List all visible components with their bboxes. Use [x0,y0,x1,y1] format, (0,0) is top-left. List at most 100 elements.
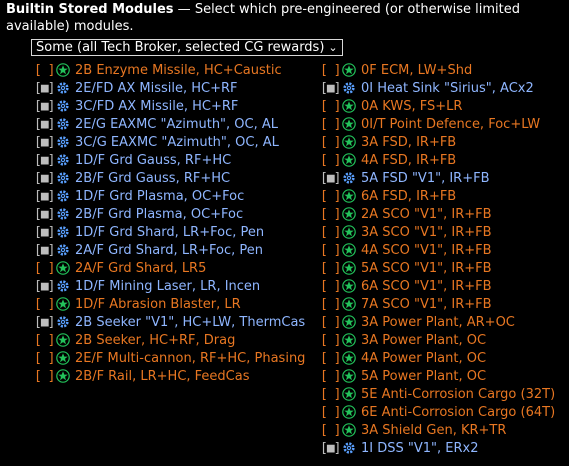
checkbox-unchecked[interactable]: [ ] [320,99,341,114]
checkbox-checked[interactable]: [■] [34,315,55,330]
module-row[interactable]: [ ] 4A SCO "V1", IR+FB [320,241,555,259]
module-row[interactable]: [■] 0I Heat Sink "Sirius", ACx2 [320,79,555,97]
checkbox-unchecked[interactable]: [ ] [320,117,341,132]
checkbox-unchecked[interactable]: [ ] [320,261,341,276]
module-row[interactable]: [ ] 3A FSD, IR+FB [320,133,555,151]
checkbox-unchecked[interactable]: [ ] [320,423,341,438]
checkbox-checked[interactable]: [■] [34,243,55,258]
checkbox-unchecked[interactable]: [ ] [320,63,341,78]
module-row[interactable]: [ ] 7A SCO "V1", IR+FB [320,295,555,313]
star-icon [342,369,356,383]
checkbox-unchecked[interactable]: [ ] [320,153,341,168]
module-row[interactable]: [ ] 6A SCO "V1", IR+FB [320,277,555,295]
module-row[interactable]: [ ] 6E Anti-Corrosion Cargo (64T) [320,403,555,421]
module-row[interactable]: [ ] 0I/T Point Defence, Foc+LW [320,115,555,133]
checkbox-checked[interactable]: [■] [34,225,55,240]
module-label: 3A Power Plant, OC [361,332,487,348]
module-row[interactable]: [ ] 2B/F Rail, LR+HC, FeedCas [34,367,305,385]
checkbox-unchecked[interactable]: [ ] [320,207,341,222]
module-row[interactable]: [ ] 2E/F Multi-cannon, RF+HC, Phasing [34,349,305,367]
checkbox-unchecked[interactable]: [ ] [320,315,341,330]
star-icon [56,63,70,77]
checkbox-checked[interactable]: [■] [320,441,341,456]
checkbox-checked[interactable]: [■] [34,171,55,186]
checkbox-checked[interactable]: [■] [320,81,341,96]
module-row[interactable]: [■] 1D/F Grd Shard, LR+Foc, Pen [34,223,305,241]
module-row[interactable]: [ ] 4A Power Plant, OC [320,349,555,367]
module-row[interactable]: [■] 2E/G EAXMC "Azimuth", OC, AL [34,115,305,133]
module-row[interactable]: [■] 2A/F Grd Shard, LR+Foc, Pen [34,241,305,259]
module-label: 0I Heat Sink "Sirius", ACx2 [361,80,534,96]
checkbox-unchecked[interactable]: [ ] [320,279,341,294]
module-label: 1D/F Grd Plasma, OC+Foc [75,188,245,204]
module-row[interactable]: [■] 2B/F Grd Gauss, RF+HC [34,169,305,187]
module-row[interactable]: [ ] 6A FSD, IR+FB [320,187,555,205]
module-row[interactable]: [ ] 3A Power Plant, AR+OC [320,313,555,331]
module-label: 3C/G EAXMC "Azimuth", OC, AL [75,134,279,150]
module-list-left: [ ] 2B Enzyme Missile, HC+Caustic [■] 2E/FD… [34,61,305,385]
module-row[interactable]: [ ] 0F ECM, LW+Shd [320,61,555,79]
module-label: 3C/FD AX Missile, HC+RF [75,98,239,114]
module-row[interactable]: [ ] 2A/F Grd Shard, LR5 [34,259,305,277]
module-label: 4A Power Plant, OC [361,350,487,366]
module-row[interactable]: [■] 3C/G EAXMC "Azimuth", OC, AL [34,133,305,151]
gear-icon [56,99,70,113]
module-row[interactable]: [■] 1I DSS "V1", ERx2 [320,439,555,457]
checkbox-unchecked[interactable]: [ ] [320,333,341,348]
module-label: 6A SCO "V1", IR+FB [361,278,492,294]
module-row[interactable]: [ ] 5A SCO "V1", IR+FB [320,259,555,277]
module-row[interactable]: [■] 1D/F Grd Plasma, OC+Foc [34,187,305,205]
checkbox-unchecked[interactable]: [ ] [320,243,341,258]
module-row[interactable]: [ ] 2A SCO "V1", IR+FB [320,205,555,223]
checkbox-unchecked[interactable]: [ ] [320,135,341,150]
checkbox-unchecked[interactable]: [ ] [34,297,55,312]
star-icon [342,207,356,221]
modules-filter-dropdown[interactable]: Some (all Tech Broker, selected CG rewar… [31,39,343,56]
module-row[interactable]: [ ] 4A FSD, IR+FB [320,151,555,169]
module-row[interactable]: [■] 3C/FD AX Missile, HC+RF [34,97,305,115]
checkbox-checked[interactable]: [■] [34,117,55,132]
checkbox-unchecked[interactable]: [ ] [34,63,55,78]
checkbox-unchecked[interactable]: [ ] [320,405,341,420]
module-row[interactable]: [ ] 2B Enzyme Missile, HC+Caustic [34,61,305,79]
module-row[interactable]: [■] 2E/FD AX Missile, HC+RF [34,79,305,97]
module-row[interactable]: [■] 1D/F Grd Gauss, RF+HC [34,151,305,169]
checkbox-checked[interactable]: [■] [34,207,55,222]
module-row[interactable]: [ ] 0A KWS, FS+LR [320,97,555,115]
module-row[interactable]: [ ] 3A Shield Gen, KR+TR [320,421,555,439]
star-icon [56,297,70,311]
module-row[interactable]: [■] 1D/F Mining Laser, LR, Incen [34,277,305,295]
module-row[interactable]: [ ] 1D/F Abrasion Blaster, LR [34,295,305,313]
checkbox-checked[interactable]: [■] [34,279,55,294]
checkbox-unchecked[interactable]: [ ] [34,261,55,276]
checkbox-checked[interactable]: [■] [34,81,55,96]
star-icon [56,369,70,383]
checkbox-checked[interactable]: [■] [320,171,341,186]
checkbox-unchecked[interactable]: [ ] [34,351,55,366]
module-row[interactable]: [ ] 5E Anti-Corrosion Cargo (32T) [320,385,555,403]
checkbox-unchecked[interactable]: [ ] [34,333,55,348]
checkbox-unchecked[interactable]: [ ] [320,387,341,402]
module-row[interactable]: [ ] 2B Seeker, HC+RF, Drag [34,331,305,349]
module-row[interactable]: [■] 5A FSD "V1", IR+FB [320,169,555,187]
checkbox-unchecked[interactable]: [ ] [320,225,341,240]
title-separator: — [173,2,195,17]
module-row[interactable]: [■] 2B/F Grd Plasma, OC+Foc [34,205,305,223]
checkbox-checked[interactable]: [■] [34,135,55,150]
checkbox-unchecked[interactable]: [ ] [320,369,341,384]
module-row[interactable]: [ ] 5A Power Plant, OC [320,367,555,385]
checkbox-unchecked[interactable]: [ ] [320,189,341,204]
module-label: 2A/F Grd Shard, LR+Foc, Pen [75,242,263,258]
module-label: 2A/F Grd Shard, LR5 [75,260,207,276]
checkbox-checked[interactable]: [■] [34,99,55,114]
checkbox-checked[interactable]: [■] [34,189,55,204]
checkbox-checked[interactable]: [■] [34,153,55,168]
checkbox-unchecked[interactable]: [ ] [320,297,341,312]
module-row[interactable]: [■] 2B Seeker "V1", HC+LW, ThermCas [34,313,305,331]
module-row[interactable]: [ ] 3A Power Plant, OC [320,331,555,349]
module-row[interactable]: [ ] 3A SCO "V1", IR+FB [320,223,555,241]
checkbox-unchecked[interactable]: [ ] [34,369,55,384]
checkbox-unchecked[interactable]: [ ] [320,351,341,366]
gear-icon [56,135,70,149]
module-label: 2E/FD AX Missile, HC+RF [75,80,238,96]
